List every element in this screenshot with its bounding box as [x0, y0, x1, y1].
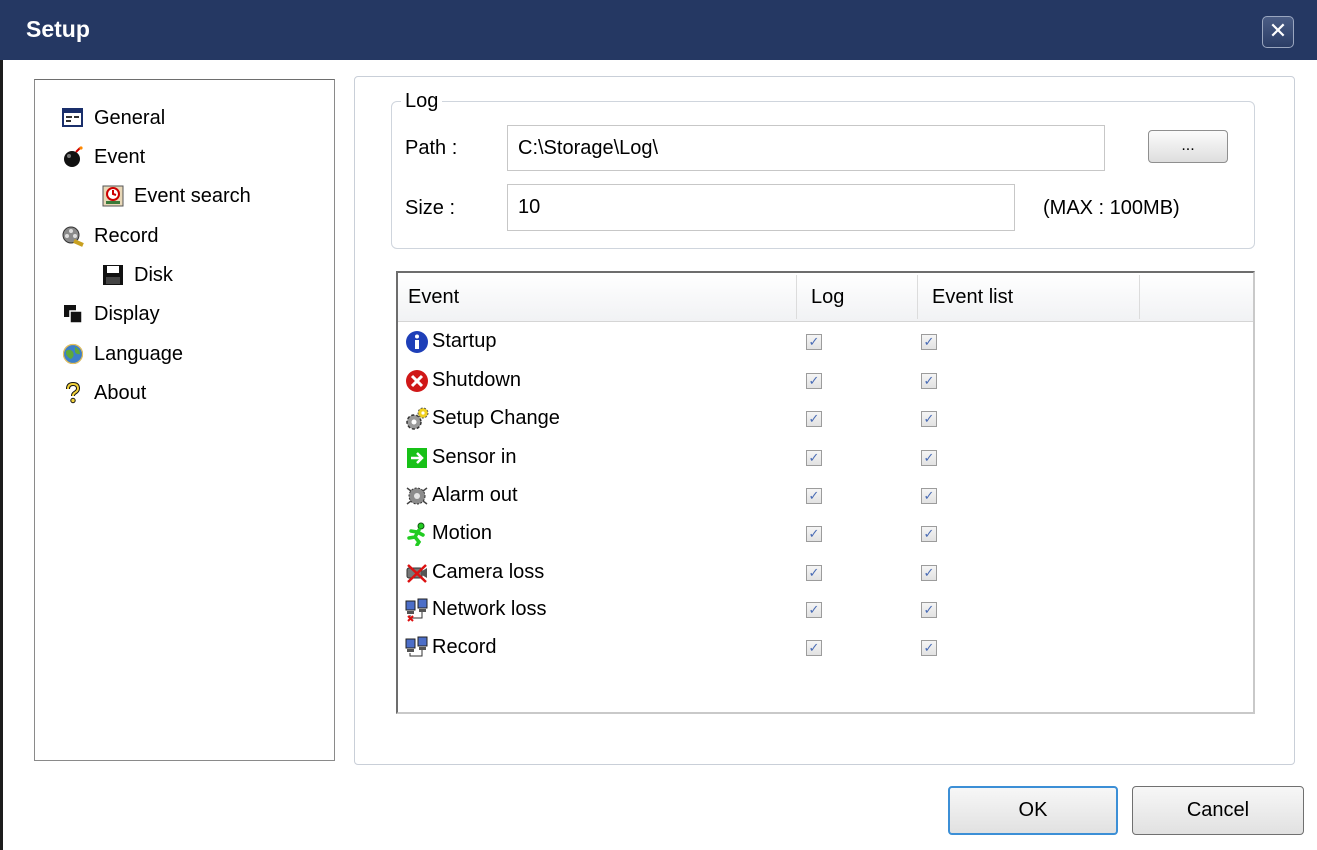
stop-icon: [405, 369, 429, 393]
bomb-icon: [62, 146, 84, 168]
event-name: Camera loss: [432, 561, 545, 583]
event-list-checkbox[interactable]: ✓: [921, 373, 937, 389]
column-divider[interactable]: [796, 275, 797, 319]
nav-item-label: Event search: [134, 184, 251, 207]
event-list-checkbox[interactable]: ✓: [921, 602, 937, 618]
log-checkbox[interactable]: ✓: [806, 373, 822, 389]
column-divider[interactable]: [1139, 275, 1140, 319]
nav-item-label: Record: [94, 224, 159, 247]
event-list-checkbox[interactable]: ✓: [921, 526, 937, 542]
nav-item-display[interactable]: Display: [62, 301, 160, 327]
cancel-button[interactable]: Cancel: [1132, 786, 1304, 835]
event-list-checkbox[interactable]: ✓: [921, 565, 937, 581]
floppy-disk-icon: [102, 264, 124, 286]
table-row[interactable]: Camera loss ✓ ✓: [402, 558, 1242, 588]
log-checkbox[interactable]: ✓: [806, 602, 822, 618]
general-icon: [62, 107, 84, 129]
info-icon: [405, 330, 429, 354]
log-size-field[interactable]: 10: [507, 184, 1015, 231]
question-icon: [62, 381, 84, 404]
log-checkbox[interactable]: ✓: [806, 488, 822, 504]
event-name: Alarm out: [432, 484, 518, 506]
event-list-checkbox[interactable]: ✓: [921, 411, 937, 427]
gears-icon: [405, 407, 429, 431]
window-left-edge: [0, 52, 3, 850]
event-table-header: Event Log Event list: [398, 273, 1253, 322]
column-header-log[interactable]: Log: [801, 273, 919, 321]
nav-item-label: Event: [94, 145, 146, 168]
column-header-event-list[interactable]: Event list: [922, 273, 1140, 321]
globe-icon: [62, 343, 84, 365]
table-row[interactable]: Motion ✓ ✓: [402, 519, 1242, 549]
nav-item-label: About: [94, 381, 147, 404]
event-name: Startup: [432, 330, 497, 352]
log-checkbox[interactable]: ✓: [806, 565, 822, 581]
table-row[interactable]: Sensor in ✓ ✓: [402, 443, 1242, 473]
table-row[interactable]: Record ✓ ✓: [402, 633, 1242, 663]
event-name: Shutdown: [432, 369, 521, 391]
nav-item-event-search[interactable]: Event search: [102, 183, 251, 209]
running-man-icon: [405, 522, 429, 547]
log-checkbox[interactable]: ✓: [806, 526, 822, 542]
camera-loss-icon: [405, 561, 429, 585]
title-bar: Setup ✕: [0, 0, 1317, 60]
event-name: Motion: [432, 522, 493, 544]
event-list-checkbox[interactable]: ✓: [921, 640, 937, 656]
column-header-event[interactable]: Event: [398, 273, 796, 321]
log-path-field[interactable]: C:\Storage\Log\: [507, 125, 1105, 171]
ok-button[interactable]: OK: [948, 786, 1118, 835]
log-group-legend: Log: [401, 90, 443, 113]
path-label: Path :: [405, 137, 458, 159]
log-checkbox[interactable]: ✓: [806, 450, 822, 466]
event-name: Network loss: [432, 598, 547, 620]
alarm-out-icon: [405, 484, 429, 508]
event-name: Setup Change: [432, 407, 560, 429]
settings-tree: [34, 79, 335, 761]
nav-item-about[interactable]: About: [62, 380, 146, 406]
table-row[interactable]: Network loss ✓ ✓: [402, 595, 1242, 625]
log-checkbox[interactable]: ✓: [806, 640, 822, 656]
event-list-checkbox[interactable]: ✓: [921, 450, 937, 466]
log-checkbox[interactable]: ✓: [806, 411, 822, 427]
event-list-checkbox[interactable]: ✓: [921, 488, 937, 504]
event-name: Sensor in: [432, 446, 517, 468]
window-title: Setup: [26, 16, 90, 42]
event-name: Record: [432, 636, 497, 658]
nav-item-disk[interactable]: Disk: [102, 262, 173, 288]
nav-item-label: Display: [94, 302, 160, 325]
table-row[interactable]: Setup Change ✓ ✓: [402, 404, 1242, 434]
table-row[interactable]: Alarm out ✓ ✓: [402, 481, 1242, 511]
nav-item-label: Disk: [134, 263, 173, 286]
film-reel-icon: [62, 225, 84, 247]
network-record-icon: [405, 636, 429, 660]
nav-item-event[interactable]: Event: [62, 144, 145, 170]
nav-item-label: General: [94, 106, 166, 129]
event-search-icon: [102, 185, 124, 207]
size-label: Size :: [405, 197, 456, 219]
max-size-note: (MAX : 100MB): [1043, 197, 1180, 219]
nav-item-label: Language: [94, 342, 183, 365]
nav-item-language[interactable]: Language: [62, 341, 183, 367]
nav-item-record[interactable]: Record: [62, 223, 158, 249]
event-list-checkbox[interactable]: ✓: [921, 334, 937, 350]
sensor-in-icon: [405, 446, 429, 470]
log-checkbox[interactable]: ✓: [806, 334, 822, 350]
table-row[interactable]: Startup ✓ ✓: [402, 327, 1242, 357]
display-icon: [62, 303, 84, 325]
browse-button[interactable]: ...: [1148, 130, 1228, 163]
close-button[interactable]: ✕: [1262, 16, 1294, 48]
network-loss-icon: [405, 598, 429, 622]
column-divider[interactable]: [917, 275, 918, 319]
table-row[interactable]: Shutdown ✓ ✓: [402, 366, 1242, 396]
nav-item-general[interactable]: General: [62, 105, 165, 131]
